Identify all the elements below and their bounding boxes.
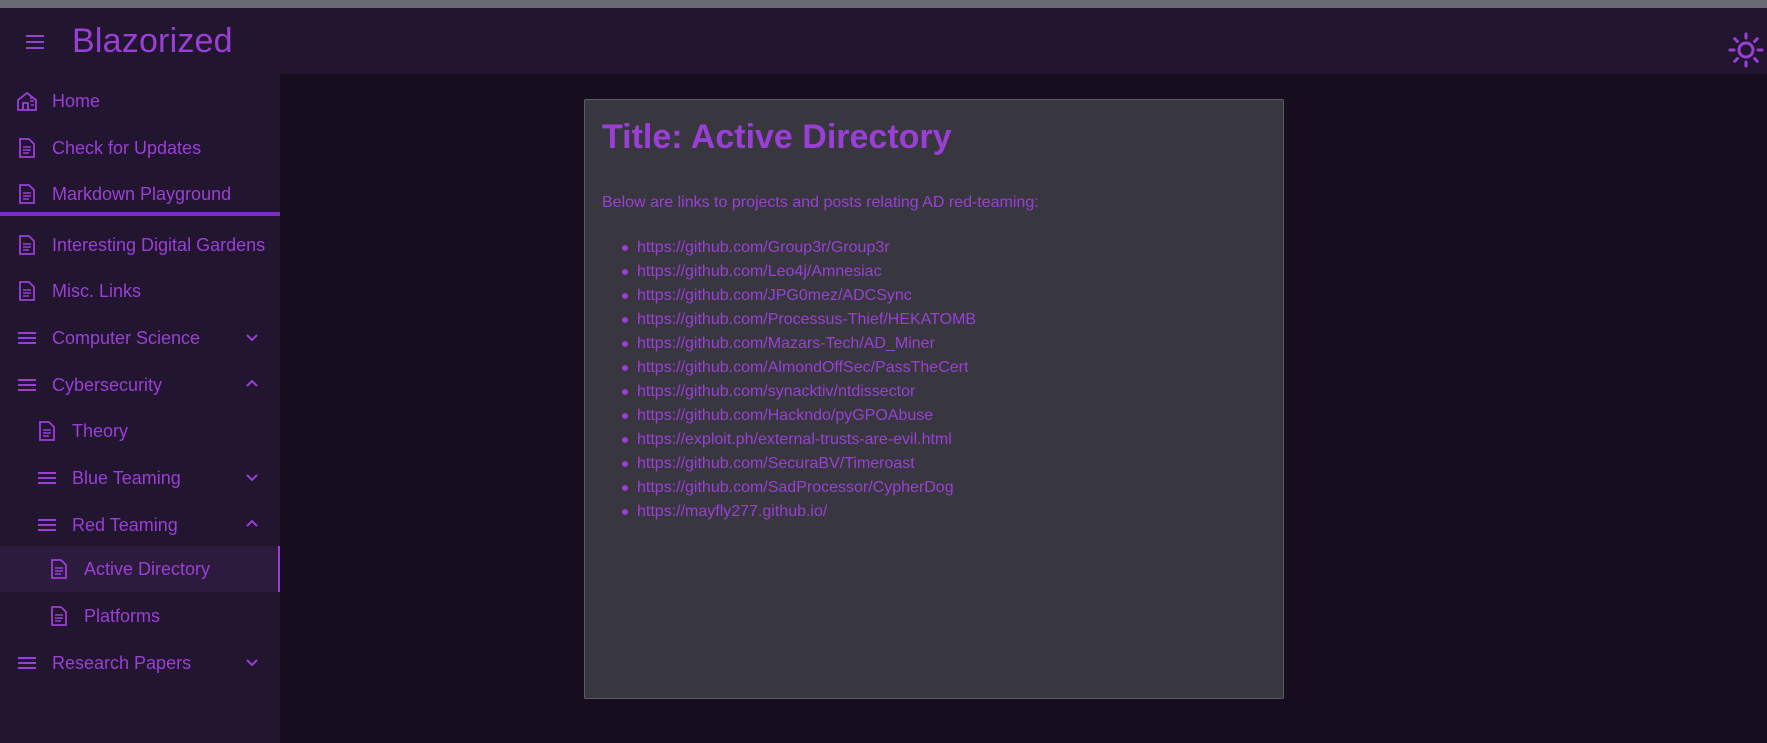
sidebar-group-red-teaming[interactable]: Red Teaming [0, 502, 280, 548]
link[interactable]: https://github.com/synacktiv/ntdissector [637, 383, 915, 400]
list-item: https://github.com/SecuraBV/Timeroast [602, 452, 1262, 476]
bullet-icon [622, 245, 628, 251]
link[interactable]: https://github.com/SadProcessor/CypherDo… [637, 479, 954, 496]
sidebar-group-research-papers[interactable]: Research Papers [0, 640, 280, 686]
link-list: https://github.com/Group3r/Group3r https… [602, 236, 1262, 524]
sidebar-nav: Home Check for Updates Markdown Playgrou… [0, 74, 280, 743]
document-icon [39, 421, 55, 441]
sidebar-item-label: Misc. Links [52, 281, 142, 301]
sidebar-group-computer-science[interactable]: Computer Science [0, 315, 280, 361]
sidebar-item-markdown-playground[interactable]: Markdown Playground [0, 171, 280, 217]
list-item: https://github.com/JPG0mez/ADCSync [602, 284, 1262, 308]
list-item: https://github.com/Leo4j/Amnesiac [602, 260, 1262, 284]
sidebar-item-theory[interactable]: Theory [0, 408, 280, 454]
chevron-down-icon[interactable] [244, 469, 260, 485]
bullet-icon [622, 317, 628, 323]
window-top-strip [0, 0, 1767, 8]
bullet-icon [622, 341, 628, 347]
bullet-icon [622, 461, 628, 467]
home-icon [17, 91, 37, 111]
list-item: https://github.com/Mazars-Tech/AD_Miner [602, 332, 1262, 356]
page-title: Title: Active Directory [602, 118, 952, 156]
list-item: https://github.com/Group3r/Group3r [602, 236, 1262, 260]
list-item: https://github.com/SadProcessor/CypherDo… [602, 476, 1262, 500]
link[interactable]: https://github.com/AlmondOffSec/PassTheC… [637, 359, 968, 376]
link[interactable]: https://exploit.ph/external-trusts-are-e… [637, 431, 952, 448]
sidebar-group-blue-teaming[interactable]: Blue Teaming [0, 455, 280, 501]
chevron-down-icon[interactable] [244, 329, 260, 345]
document-icon [19, 281, 35, 301]
sidebar-divider [0, 212, 280, 216]
list-item: https://github.com/AlmondOffSec/PassTheC… [602, 356, 1262, 380]
sidebar-item-active-directory[interactable]: Active Directory [0, 546, 280, 592]
link[interactable]: https://github.com/JPG0mez/ADCSync [637, 287, 912, 304]
list-icon [38, 519, 56, 531]
sidebar-item-label: Blue Teaming [72, 468, 181, 488]
list-icon [18, 657, 36, 669]
list-icon [18, 332, 36, 344]
document-icon [19, 235, 35, 255]
sidebar-item-label: Check for Updates [52, 138, 202, 158]
intro-text: Below are links to projects and posts re… [602, 194, 1039, 211]
sidebar-item-platforms[interactable]: Platforms [0, 593, 280, 639]
bullet-icon [622, 509, 628, 515]
bullet-icon [622, 485, 628, 491]
chevron-up-icon[interactable] [244, 516, 260, 532]
link[interactable]: https://github.com/Mazars-Tech/AD_Miner [637, 335, 935, 352]
bullet-icon [622, 365, 628, 371]
app-title[interactable]: Blazorized [72, 22, 233, 61]
link[interactable]: https://github.com/SecuraBV/Timeroast [637, 455, 915, 472]
sidebar-item-label: Red Teaming [72, 515, 178, 535]
document-icon [19, 138, 35, 158]
sidebar-item-label: Computer Science [52, 328, 201, 348]
chevron-down-icon[interactable] [244, 654, 260, 670]
list-item: https://exploit.ph/external-trusts-are-e… [602, 428, 1262, 452]
sidebar-item-label: Active Directory [84, 559, 211, 579]
bullet-icon [622, 437, 628, 443]
bullet-icon [622, 293, 628, 299]
sidebar-item-label: Markdown Playground [52, 184, 232, 204]
link[interactable]: https://mayfly277.github.io/ [637, 503, 827, 520]
document-icon [51, 559, 67, 579]
app-bar: Blazorized [0, 8, 1767, 74]
sidebar-item-label: Cybersecurity [52, 375, 163, 395]
link[interactable]: https://github.com/Leo4j/Amnesiac [637, 263, 882, 280]
list-icon [38, 472, 56, 484]
sidebar-item-label: Home [52, 91, 101, 111]
sidebar-item-label: Interesting Digital Gardens [52, 235, 266, 255]
link[interactable]: https://github.com/Processus-Thief/HEKAT… [637, 311, 976, 328]
document-icon [19, 184, 35, 204]
bullet-icon [622, 269, 628, 275]
sidebar-item-misc-links[interactable]: Misc. Links [0, 268, 280, 314]
link[interactable]: https://github.com/Group3r/Group3r [637, 239, 890, 256]
link[interactable]: https://github.com/Hackndo/pyGPOAbuse [637, 407, 933, 424]
list-item: https://github.com/Processus-Thief/HEKAT… [602, 308, 1262, 332]
list-icon [18, 379, 36, 391]
sidebar-item-label: Platforms [84, 606, 161, 626]
sidebar-group-cybersecurity[interactable]: Cybersecurity [0, 362, 280, 408]
document-icon [51, 606, 67, 626]
hamburger-menu-icon[interactable] [24, 34, 46, 50]
bullet-icon [622, 389, 628, 395]
sidebar-item-label: Research Papers [52, 653, 192, 673]
sidebar-item-home[interactable]: Home [0, 78, 280, 124]
content-card: Title: Active Directory Below are links … [584, 99, 1284, 699]
list-item: https://mayfly277.github.io/ [602, 500, 1262, 524]
sidebar-item-check-for-updates[interactable]: Check for Updates [0, 125, 280, 171]
list-item: https://github.com/Hackndo/pyGPOAbuse [602, 404, 1262, 428]
sun-icon[interactable] [1728, 32, 1764, 68]
bullet-icon [622, 413, 628, 419]
sidebar-item-label: Theory [72, 421, 129, 441]
sidebar-item-interesting-digital-gardens[interactable]: Interesting Digital Gardens [0, 222, 280, 268]
chevron-up-icon[interactable] [244, 376, 260, 392]
list-item: https://github.com/synacktiv/ntdissector [602, 380, 1262, 404]
